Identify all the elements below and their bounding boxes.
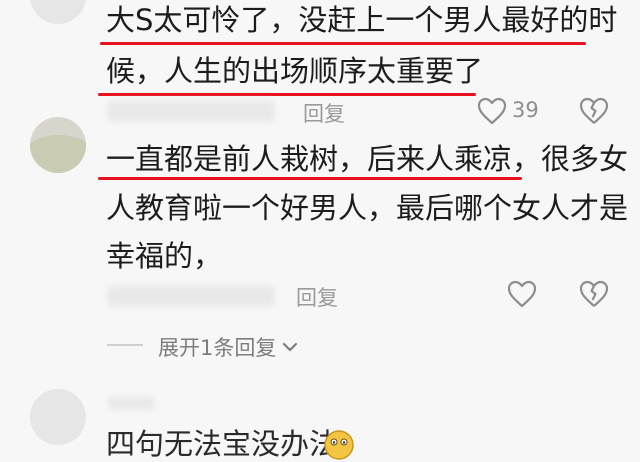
comment-text-line: 一直都是前人栽树，后来人乘凉，很多女 (106, 142, 629, 176)
comment-text-line: 四句无法宝没办法 (106, 427, 339, 461)
heart-outline-icon[interactable] (506, 278, 538, 310)
heart-outline-icon[interactable] (476, 95, 508, 127)
blurred-meta-info (107, 285, 275, 307)
red-underline (98, 93, 476, 96)
avatar[interactable] (30, 389, 86, 445)
broken-heart-icon[interactable] (578, 95, 610, 127)
chevron-down-icon (283, 342, 298, 352)
blurred-username (107, 396, 155, 410)
red-underline (100, 42, 586, 45)
comment-text-line: 大S太可怜了，没赶上一个男人最好的时 (106, 3, 618, 37)
blurred-meta-info (107, 100, 275, 122)
reply-button[interactable]: 回复 (303, 98, 345, 128)
broken-heart-icon[interactable] (578, 278, 610, 310)
comment-text-line: 候，人生的出场顺序太重要了 (106, 54, 484, 88)
expand-replies-button[interactable]: 展开1条回复 (158, 332, 298, 362)
comment-text-line: 人教育啦一个好男人，最后哪个女人才是 (106, 191, 629, 225)
reply-thread-divider (107, 344, 143, 346)
emoji-icon (322, 428, 356, 462)
avatar[interactable] (30, 0, 86, 24)
red-underline (98, 177, 522, 180)
reply-button[interactable]: 回复 (296, 282, 338, 312)
comment-text-line: 幸福的， (106, 239, 223, 273)
avatar[interactable] (30, 117, 86, 173)
like-count: 39 (512, 98, 539, 122)
expand-replies-label: 展开1条回复 (158, 336, 277, 360)
